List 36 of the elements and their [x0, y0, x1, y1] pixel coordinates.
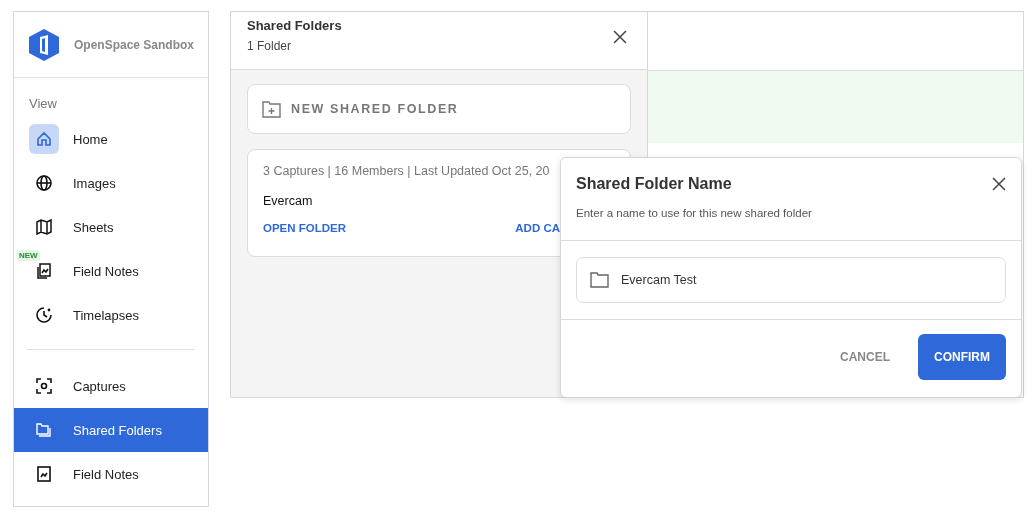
folders-icon — [35, 421, 53, 439]
dialog-title: Shared Folder Name — [576, 175, 732, 193]
sidebar-item[interactable]: NEW Field Notes — [14, 249, 208, 293]
open-folder-link[interactable]: OPEN FOLDER — [263, 222, 347, 234]
map-icon — [35, 218, 53, 236]
close-icon[interactable] — [613, 30, 627, 44]
home-icon — [35, 130, 53, 148]
globe-icon — [35, 174, 53, 192]
section-label: View — [28, 95, 58, 113]
logo-icon — [28, 27, 60, 62]
clock-icon — [35, 306, 53, 324]
note-icon — [35, 465, 53, 483]
folder-name: Evercam — [263, 194, 314, 208]
confirm-button[interactable]: CONFIRM — [918, 334, 1006, 380]
brand-name: OpenSpace Sandbox — [74, 37, 195, 52]
sidebar-item[interactable]: Sheets — [14, 205, 208, 249]
sidebar-item[interactable]: Shared Folders — [14, 408, 208, 452]
sidebar-item[interactable]: Home — [14, 117, 208, 161]
sidebar-item[interactable]: Images — [14, 161, 208, 205]
cancel-button[interactable]: CANCEL — [834, 349, 896, 365]
add-link[interactable]: ADD CA — [515, 222, 560, 234]
folder-icon — [590, 272, 609, 288]
sidebar-item[interactable]: Captures — [14, 364, 208, 408]
panel-title: Shared Folders — [247, 18, 342, 33]
notes-icon — [35, 262, 53, 280]
folder-meta: 3 Captures | 16 Members | Last Updated Oct 25, 20 — [263, 164, 551, 178]
dialog-description: Enter a name to use for this new shared folder — [576, 207, 813, 219]
folder-count: 1 Folder — [247, 39, 293, 53]
sidebar-item[interactable]: Timelapses — [14, 293, 208, 337]
new-badge: NEW — [17, 250, 40, 261]
sidebar-item[interactable]: Field Notes — [14, 452, 208, 496]
new-folder-button[interactable]: NEW SHARED FOLDER — [247, 84, 631, 134]
capture-icon — [35, 377, 53, 395]
close-icon[interactable] — [992, 177, 1006, 191]
folder-plus-icon — [262, 100, 281, 118]
name-field[interactable]: Evercam Test — [576, 257, 1006, 303]
